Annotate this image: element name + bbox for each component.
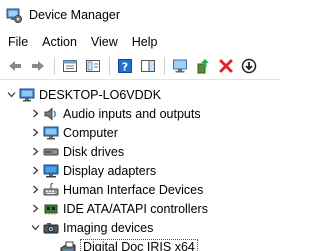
- toolbar-separator: [164, 57, 165, 75]
- hid-icon: [43, 182, 59, 198]
- expand-chevron-icon[interactable]: [30, 180, 40, 199]
- menu-view[interactable]: View: [84, 31, 125, 53]
- camera-icon: [43, 220, 59, 236]
- window-title: Device Manager: [29, 8, 121, 22]
- display-adapter-icon: [43, 163, 59, 179]
- tree-item-label: Imaging devices: [63, 220, 154, 235]
- disk-drive-icon: [43, 144, 59, 160]
- menu-bar: File Action View Help: [0, 31, 281, 53]
- toolbar: ?: [0, 53, 281, 80]
- collapse-chevron-icon[interactable]: [6, 85, 16, 104]
- menu-help[interactable]: Help: [125, 31, 165, 53]
- expand-chevron-icon[interactable]: [30, 199, 40, 218]
- tree-root[interactable]: DESKTOP-LO6VDDK: [6, 85, 161, 104]
- toolbar-separator: [54, 57, 55, 75]
- tree-item-hid[interactable]: Human Interface Devices: [30, 180, 203, 199]
- device-manager-icon: [6, 7, 22, 23]
- tree-item-label: Computer: [63, 125, 118, 140]
- expand-chevron-icon[interactable]: [30, 142, 40, 161]
- tree-item-label: Disk drives: [63, 144, 125, 159]
- device-tree: DESKTOP-LO6VDDK Audio inputs and outputs…: [0, 81, 281, 251]
- scanner-icon: [60, 239, 76, 251]
- forward-arrow-icon[interactable]: [27, 55, 49, 77]
- menu-action[interactable]: Action: [35, 31, 84, 53]
- tree-item-label: Audio inputs and outputs: [63, 106, 201, 121]
- expand-chevron-icon[interactable]: [30, 161, 40, 180]
- tree-item-imaging-devices[interactable]: Imaging devices: [30, 218, 153, 237]
- help-icon[interactable]: ?: [114, 55, 136, 77]
- show-hidden-icon[interactable]: [82, 55, 104, 77]
- collapse-chevron-icon[interactable]: [30, 218, 40, 237]
- menu-file[interactable]: File: [0, 31, 35, 53]
- tree-item-digital-doc-iris[interactable]: Digital Doc IRIS x64: [60, 237, 198, 251]
- scan-hardware-icon[interactable]: [169, 55, 191, 77]
- tree-item-label: IDE ATA/ATAPI controllers: [63, 201, 208, 216]
- speaker-icon: [43, 106, 59, 122]
- expand-chevron-icon[interactable]: [30, 104, 40, 123]
- tree-item-audio[interactable]: Audio inputs and outputs: [30, 104, 201, 123]
- svg-text:?: ?: [122, 61, 128, 74]
- expand-chevron-icon[interactable]: [30, 123, 40, 142]
- toolbar-separator: [109, 57, 110, 75]
- computer-icon: [43, 125, 59, 141]
- properties-icon[interactable]: [59, 55, 81, 77]
- tree-item-label: Human Interface Devices: [63, 182, 204, 197]
- tree-item-disk-drives[interactable]: Disk drives: [30, 142, 124, 161]
- back-arrow-icon[interactable]: [4, 55, 26, 77]
- update-driver-icon[interactable]: [192, 55, 214, 77]
- tree-root-label: DESKTOP-LO6VDDK: [39, 87, 162, 102]
- title-bar: Device Manager: [0, 0, 281, 30]
- ide-controller-icon: [43, 201, 59, 217]
- download-icon[interactable]: [238, 55, 260, 77]
- action-pane-icon[interactable]: [137, 55, 159, 77]
- tree-item-label: Display adapters: [63, 163, 157, 178]
- tree-item-computer[interactable]: Computer: [30, 123, 118, 142]
- uninstall-icon[interactable]: [215, 55, 237, 77]
- tree-item-ide-controllers[interactable]: IDE ATA/ATAPI controllers: [30, 199, 208, 218]
- computer-icon: [19, 87, 35, 103]
- tree-item-display-adapters[interactable]: Display adapters: [30, 161, 156, 180]
- tree-item-label: Digital Doc IRIS x64: [80, 238, 198, 251]
